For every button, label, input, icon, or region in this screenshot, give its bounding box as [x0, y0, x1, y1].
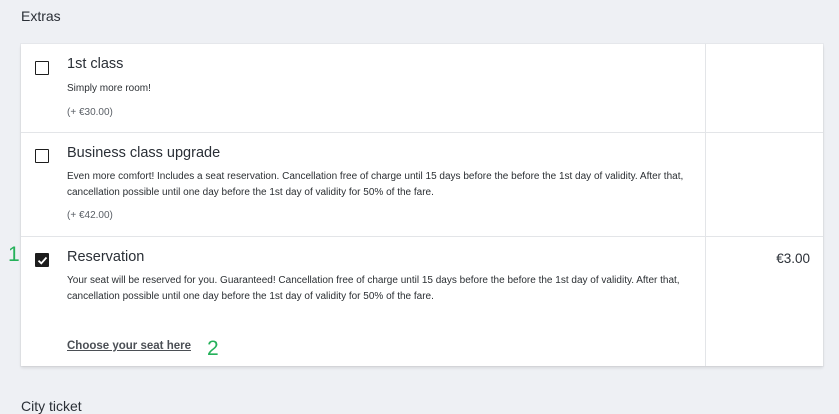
section-title-city-ticket: City ticket — [21, 398, 82, 414]
extra-price: €3.00 — [776, 251, 810, 266]
extra-row-reservation: Reservation Your seat will be reserved f… — [21, 237, 823, 366]
extra-row-business-class: Business class upgrade Even more comfort… — [21, 133, 823, 237]
checkbox-reservation[interactable] — [35, 253, 49, 267]
extra-row-1st-class: 1st class Simply more room! (+ €30.00) — [21, 44, 823, 133]
price-cell — [705, 44, 824, 132]
annotation-marker-2: 2 — [207, 337, 219, 360]
extra-title: 1st class — [67, 56, 124, 72]
checkbox-1st-class[interactable] — [35, 61, 49, 75]
extra-title: Business class upgrade — [67, 145, 221, 161]
checkmark-icon — [37, 256, 48, 265]
extra-title: Reservation — [67, 249, 145, 265]
extra-description: Simply more room! — [67, 83, 151, 94]
price-cell — [705, 133, 824, 236]
extra-price-note: (+ €42.00) — [67, 210, 113, 221]
section-title-extras: Extras — [21, 8, 61, 24]
extra-description: Your seat will be reserved for you. Guar… — [67, 275, 680, 302]
annotation-marker-1: 1 — [8, 243, 20, 266]
price-cell: €3.00 — [705, 237, 824, 366]
extra-description: Even more comfort! Includes a seat reser… — [67, 171, 684, 198]
extras-card: 1st class Simply more room! (+ €30.00) B… — [21, 44, 823, 366]
checkbox-business-class[interactable] — [35, 149, 49, 163]
extra-price-note: (+ €30.00) — [67, 107, 113, 118]
choose-seat-link[interactable]: Choose your seat here — [67, 340, 191, 352]
